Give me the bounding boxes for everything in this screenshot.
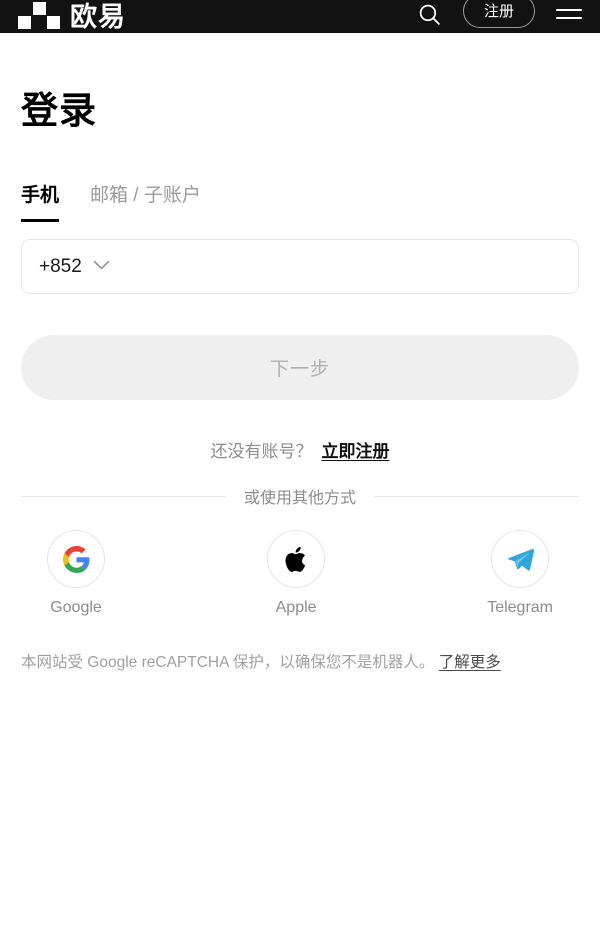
social-label-telegram: Telegram — [487, 599, 553, 617]
register-now-link[interactable]: 立即注册 — [322, 437, 390, 462]
divider-rule-right — [374, 495, 580, 497]
okx-logo-mark-icon — [18, 2, 60, 30]
phone-number-input[interactable] — [121, 254, 561, 279]
tab-email-subaccount[interactable]: 邮箱 / 子账户 — [90, 185, 201, 222]
social-label-apple: Apple — [275, 599, 317, 617]
chevron-down-icon — [93, 258, 110, 276]
divider-rule-left — [21, 495, 226, 497]
apple-icon — [267, 530, 326, 589]
social-login-apple[interactable]: Apple — [267, 530, 326, 617]
register-prompt-text: 还没有账号？ — [210, 442, 313, 462]
telegram-icon — [491, 530, 550, 589]
login-page: 登录 手机 邮箱 / 子账户 +852 下一步 还没有账号？ 立即注册 或使用其… — [0, 89, 600, 674]
search-icon[interactable] — [417, 2, 442, 27]
recaptcha-notice-text: 本网站受 Google reCAPTCHA 保护，以确保您不是机器人。 — [21, 654, 435, 672]
app-header: 欧易 注册 — [0, 0, 600, 33]
login-method-tabs: 手机 邮箱 / 子账户 — [21, 185, 579, 222]
social-login-row: Google Apple Telegram — [21, 530, 579, 617]
phone-input-field[interactable]: +852 — [21, 239, 579, 295]
next-step-button[interactable]: 下一步 — [21, 335, 579, 401]
divider-label: 或使用其他方式 — [244, 490, 357, 508]
recaptcha-learn-more-link[interactable]: 了解更多 — [439, 654, 501, 671]
logo-text: 欧易 — [70, 2, 126, 32]
hamburger-menu-icon[interactable] — [556, 8, 582, 27]
register-prompt: 还没有账号？ 立即注册 — [21, 437, 579, 462]
country-code-select[interactable]: +852 — [39, 257, 110, 276]
tab-phone[interactable]: 手机 — [21, 185, 60, 222]
social-login-google[interactable]: Google — [47, 530, 105, 617]
header-actions: 注册 — [417, 0, 582, 29]
google-icon — [47, 530, 105, 589]
register-button[interactable]: 注册 — [462, 0, 535, 28]
recaptcha-notice: 本网站受 Google reCAPTCHA 保护，以确保您不是机器人。 了解更多 — [21, 651, 579, 674]
country-code-value: +852 — [39, 256, 82, 278]
social-label-google: Google — [50, 599, 102, 617]
brand-logo[interactable]: 欧易 — [18, 2, 126, 32]
alt-methods-divider: 或使用其他方式 — [21, 484, 580, 508]
page-title: 登录 — [21, 90, 97, 131]
social-login-telegram[interactable]: Telegram — [487, 530, 553, 617]
